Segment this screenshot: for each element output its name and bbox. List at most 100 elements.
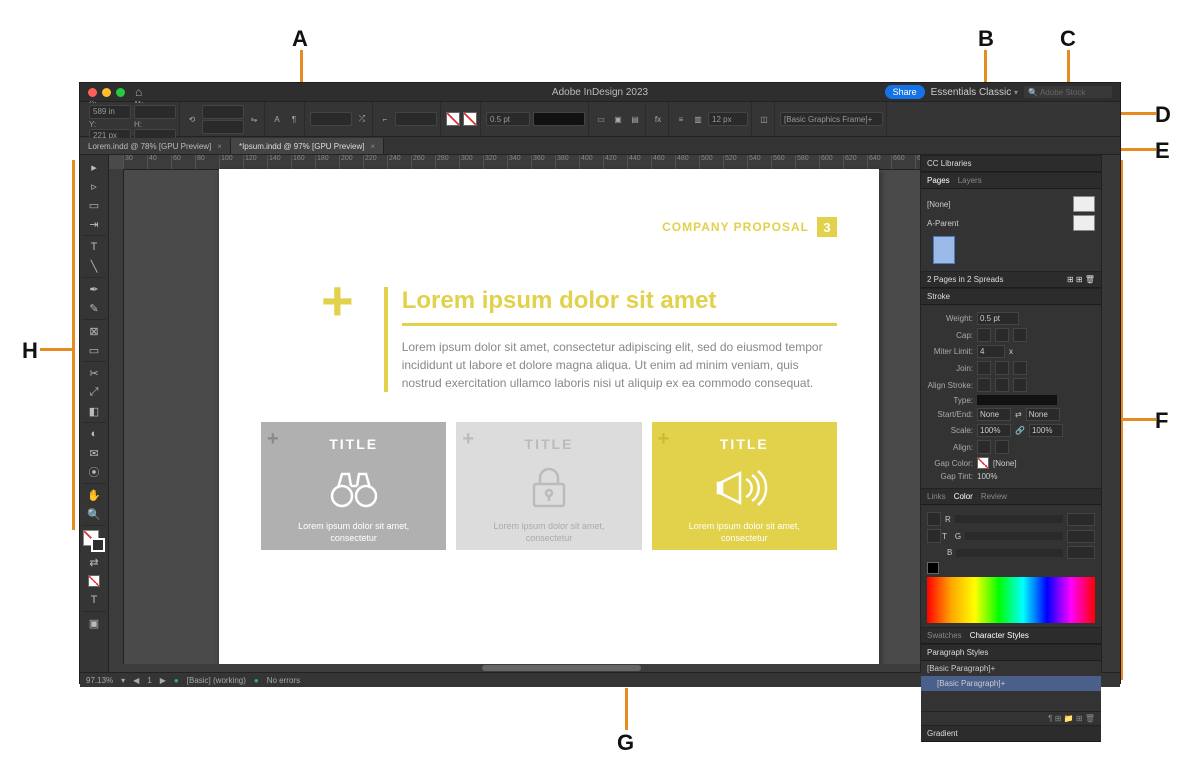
scale-y-field[interactable] <box>202 120 244 134</box>
apply-color-icon[interactable]: T <box>82 591 106 612</box>
corner-field[interactable] <box>395 112 437 126</box>
tab-review[interactable]: Review <box>981 492 1007 501</box>
zoom-level[interactable]: 97.13% <box>86 676 113 685</box>
join-miter-icon[interactable] <box>977 361 991 375</box>
tab-color[interactable]: Color <box>954 492 973 501</box>
tab-layers[interactable]: Layers <box>958 176 982 185</box>
cap-proj-icon[interactable] <box>1013 328 1027 342</box>
b-input[interactable] <box>1067 546 1095 559</box>
gap-tool-icon[interactable]: ⇥ <box>82 215 106 236</box>
wrap-around-icon[interactable]: ▣ <box>611 112 625 126</box>
char-icon[interactable]: A <box>270 112 284 126</box>
line-tool-icon[interactable]: ╲ <box>82 257 106 278</box>
wrap-none-icon[interactable]: ▭ <box>594 112 608 126</box>
home-icon[interactable]: ⌂ <box>135 85 142 99</box>
start-arrow-input[interactable] <box>977 408 1011 421</box>
tab-swatches[interactable]: Swatches <box>927 631 962 640</box>
scissors-tool-icon[interactable]: ✂ <box>82 364 106 382</box>
rectangle-frame-tool-icon[interactable]: ⊠ <box>82 322 106 340</box>
preflight-errors[interactable]: No errors <box>267 676 300 685</box>
note-tool-icon[interactable]: ✉ <box>82 444 106 462</box>
page-thumbnail[interactable]: ▾ <box>933 236 955 264</box>
stroke-style-field[interactable] <box>533 112 585 126</box>
tab-char-styles[interactable]: Character Styles <box>970 631 1029 640</box>
color-spectrum[interactable] <box>927 577 1095 623</box>
type-tool-icon[interactable]: T <box>82 238 106 256</box>
cap-round-icon[interactable] <box>995 328 1009 342</box>
canvas[interactable]: 3040608010012014016018020022024026028030… <box>109 155 920 672</box>
hand-tool-icon[interactable]: ✋ <box>82 486 106 504</box>
flip-v-icon[interactable]: ⤮ <box>355 112 369 126</box>
join-bevel-icon[interactable] <box>1013 361 1027 375</box>
maximize-icon[interactable] <box>116 88 125 97</box>
flip-h-icon[interactable]: ⇋ <box>247 112 261 126</box>
miter-input[interactable] <box>977 345 1005 358</box>
eyedropper-tool-icon[interactable]: ⦿ <box>82 463 106 484</box>
gradient-swatch-tool-icon[interactable]: ◧ <box>82 402 106 423</box>
document-tab[interactable]: *Ipsum.indd @ 97% [GPU Preview]× <box>231 138 384 154</box>
rectangle-tool-icon[interactable]: ▭ <box>82 341 106 362</box>
panel-stroke-header[interactable]: Stroke <box>921 288 1101 305</box>
scale-x-field[interactable] <box>202 105 244 119</box>
black-swatch[interactable] <box>927 562 939 574</box>
close-icon[interactable]: × <box>370 142 375 151</box>
zoom-tool-icon[interactable]: 🔍 <box>82 505 106 526</box>
align-inside-icon[interactable] <box>995 378 1009 392</box>
align-arrow-icon[interactable] <box>977 440 991 454</box>
panel-cc-libraries[interactable]: CC Libraries <box>921 155 1101 172</box>
para-style-item[interactable]: [Basic Paragraph]+ <box>921 676 1101 691</box>
direct-selection-tool-icon[interactable]: ▹ <box>82 177 106 195</box>
share-button[interactable]: Share <box>885 85 925 99</box>
panel-gradient[interactable]: Gradient <box>921 725 1101 742</box>
align-top-icon[interactable]: ≡ <box>674 112 688 126</box>
search-input[interactable]: 🔍 Adobe Stock <box>1024 86 1112 98</box>
page-number[interactable]: 1 <box>147 676 151 685</box>
rotate-icon[interactable]: ⟲ <box>185 112 199 126</box>
align-center-icon[interactable] <box>977 378 991 392</box>
align-arrow2-icon[interactable] <box>995 440 1009 454</box>
columns-icon[interactable]: ▥ <box>691 112 705 126</box>
workspace-switcher[interactable]: Essentials Classic ▾ <box>931 87 1018 98</box>
minimize-icon[interactable] <box>102 88 111 97</box>
document-page[interactable]: COMPANY PROPOSAL 3 + Lorem ipsum dolor s… <box>219 169 879 672</box>
gradient-feather-tool-icon[interactable]: ◐ <box>82 425 106 443</box>
document-tab[interactable]: Lorem.indd @ 78% [GPU Preview]× <box>80 138 231 154</box>
stroke-weight-field[interactable]: 0.5 pt <box>486 112 530 126</box>
leading-field[interactable]: 12 px <box>708 112 748 126</box>
gap-color-swatch[interactable] <box>977 457 989 469</box>
close-icon[interactable]: × <box>217 142 222 151</box>
effects-icon[interactable]: fx <box>651 112 665 126</box>
pages-parent[interactable]: A-Parent <box>927 219 959 228</box>
panel-para-header[interactable]: Paragraph Styles <box>921 644 1101 661</box>
pencil-tool-icon[interactable]: ✎ <box>82 299 106 320</box>
cap-butt-icon[interactable] <box>977 328 991 342</box>
selection-tool-icon[interactable]: ▸ <box>82 158 106 176</box>
pages-none[interactable]: [None] <box>927 200 951 209</box>
shear-field[interactable] <box>310 112 352 126</box>
stroke-swatch-icon[interactable] <box>463 112 477 126</box>
object-style-field[interactable]: [Basic Graphics Frame]+ <box>780 112 883 126</box>
dock-strip[interactable] <box>1101 155 1120 672</box>
x-field[interactable]: 589 in <box>89 105 131 119</box>
join-round-icon[interactable] <box>995 361 1009 375</box>
corner-icon[interactable]: ⌐ <box>378 112 392 126</box>
fill-stroke-icon[interactable] <box>83 530 105 552</box>
w-field[interactable] <box>134 105 176 119</box>
end-arrow-input[interactable] <box>1026 408 1060 421</box>
para-icon[interactable]: ¶ <box>287 112 301 126</box>
page-tool-icon[interactable]: ▭ <box>82 196 106 214</box>
r-input[interactable] <box>1067 513 1095 526</box>
align-outside-icon[interactable] <box>1013 378 1027 392</box>
tab-pages[interactable]: Pages <box>927 176 950 185</box>
fill-swatch-icon[interactable] <box>446 112 460 126</box>
g-input[interactable] <box>1067 530 1095 543</box>
wrap-jump-icon[interactable]: ▤ <box>628 112 642 126</box>
default-fillstroke-icon[interactable]: ⇄ <box>82 553 106 571</box>
scale-start-input[interactable] <box>977 424 1011 437</box>
tab-links[interactable]: Links <box>927 492 946 501</box>
pen-tool-icon[interactable]: ✒ <box>82 280 106 298</box>
close-icon[interactable] <box>88 88 97 97</box>
formatting-container-icon[interactable] <box>82 572 106 590</box>
scale-end-input[interactable] <box>1029 424 1063 437</box>
preflight-profile[interactable]: [Basic] (working) <box>187 676 246 685</box>
